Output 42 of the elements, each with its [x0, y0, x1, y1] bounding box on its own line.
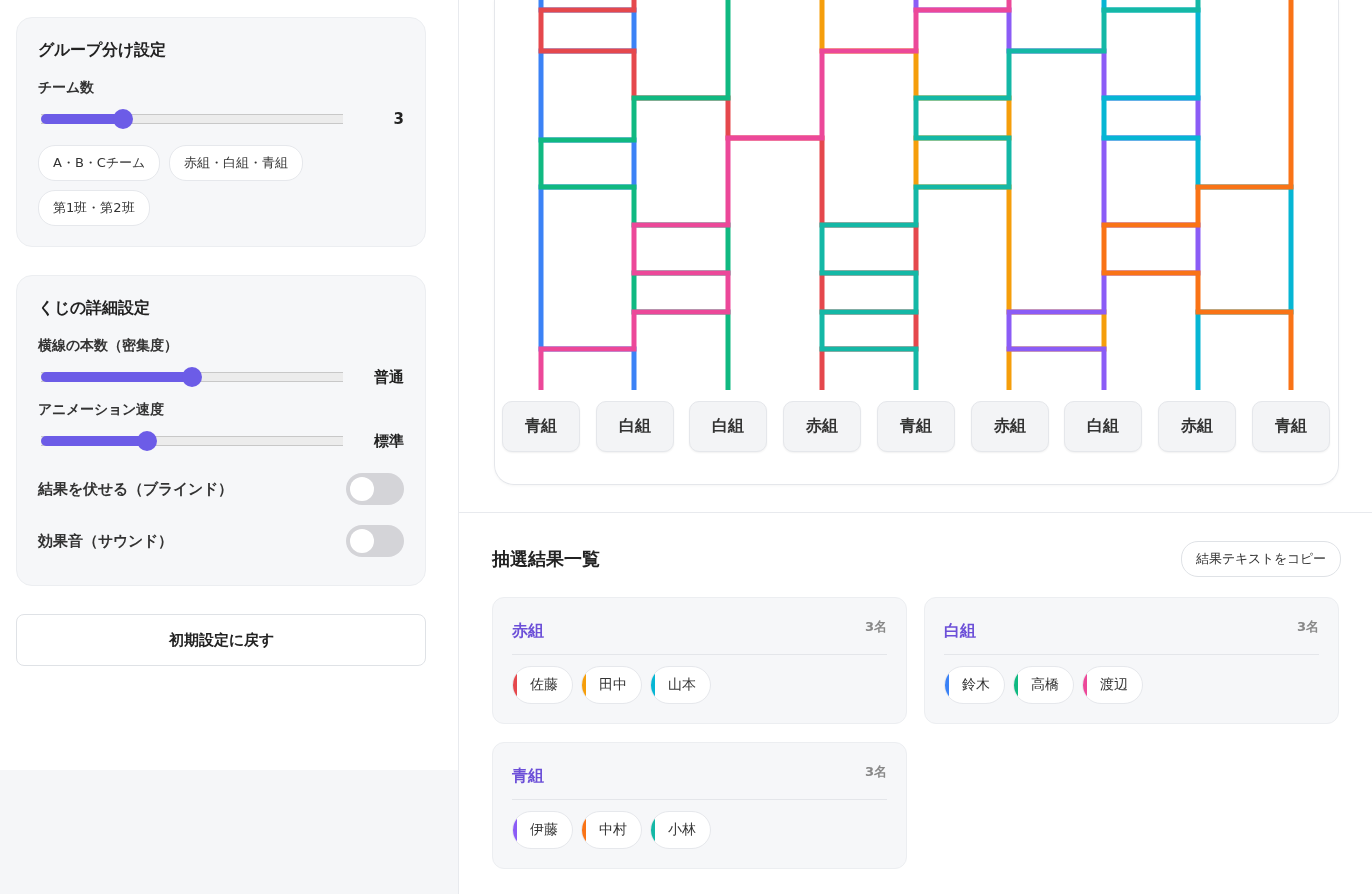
slider-value: 3: [392, 110, 404, 128]
card-title: グループ分け設定: [38, 40, 167, 61]
goal-label: 青組: [501, 401, 580, 452]
member-name: 佐藤: [530, 676, 558, 692]
goal-label: 赤組: [783, 401, 862, 452]
member-name: 田中: [599, 676, 627, 692]
member-name: 渡辺: [1100, 676, 1128, 692]
preset-button[interactable]: A・B・Cチーム: [38, 145, 160, 181]
member-count: 3名: [864, 618, 887, 636]
slider-value: 標準: [373, 431, 404, 451]
member-name: 山本: [668, 676, 696, 692]
copy-button[interactable]: 結果テキストをコピー: [1181, 541, 1341, 577]
team-name: 青組: [512, 766, 544, 787]
member-name: 小林: [668, 821, 696, 837]
toggle-switch[interactable]: [346, 473, 404, 505]
goal-label: 白組: [1064, 401, 1143, 452]
member-name: 高橋: [1031, 676, 1059, 692]
toggle-label: 結果を伏せる（ブラインド）: [38, 479, 233, 499]
goal-label: 赤組: [1158, 401, 1237, 452]
slider-label: 横線の本数（密集度）: [38, 337, 179, 355]
slider-label: チーム数: [38, 79, 95, 97]
goal-label: 青組: [876, 401, 955, 452]
member-name: 伊藤: [530, 821, 558, 837]
member-name: 鈴木: [962, 676, 990, 692]
team-name: 白組: [944, 621, 976, 642]
team-name: 赤組: [512, 621, 544, 642]
goal-label: 赤組: [970, 401, 1049, 452]
preset-button[interactable]: 赤組・白組・青組: [168, 145, 303, 181]
preset-button[interactable]: 第1班・第2班: [38, 190, 150, 226]
goal-label: 白組: [689, 401, 768, 452]
slider-label: アニメーション速度: [38, 401, 165, 419]
member-name: 中村: [599, 821, 627, 837]
goal-label: 青組: [1251, 401, 1330, 452]
goal-label: 白組: [595, 401, 674, 452]
section-title: 抽選結果一覧: [492, 547, 600, 571]
member-count: 3名: [1296, 618, 1319, 636]
toggle-switch[interactable]: [346, 525, 404, 557]
card-title: くじの詳細設定: [38, 298, 151, 319]
slider-value: 普通: [373, 367, 404, 387]
reset-button[interactable]: 初期設定に戻す: [16, 614, 426, 666]
toggle-label: 効果音（サウンド）: [38, 531, 173, 551]
member-count: 3名: [864, 763, 887, 781]
